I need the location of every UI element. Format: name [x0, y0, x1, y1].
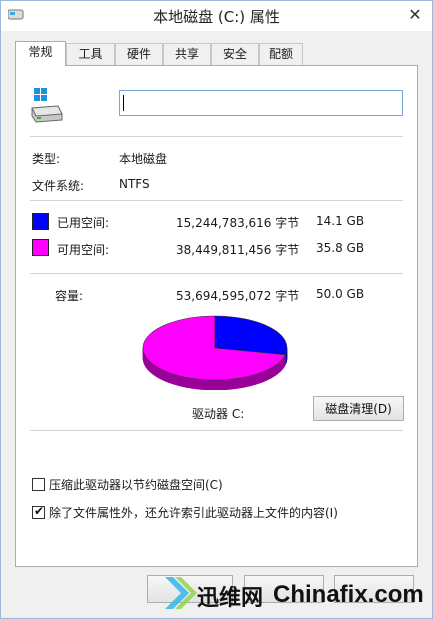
watermark-logo-icon — [165, 577, 197, 609]
pie-side-segment — [202, 379, 206, 390]
capacity-bytes: 53,694,595,072 字节 — [176, 289, 300, 303]
pie-side-segment — [194, 378, 198, 390]
filesystem-value: NTFS — [119, 177, 150, 191]
pie-side-segment — [174, 374, 178, 386]
type-value: 本地磁盘 — [119, 152, 168, 166]
capacity-size: 50.0 GB — [316, 287, 365, 301]
pie-side-segment — [190, 377, 194, 389]
pie-side-segment — [170, 372, 173, 385]
compress-label: 压缩此驱动器以节约磁盘空间(C) — [49, 478, 223, 492]
pie-side-segment — [219, 379, 223, 390]
separator — [30, 200, 403, 201]
general-panel: 类型: 本地磁盘 文件系统: NTFS 已用空间: 15,244,783,616… — [15, 65, 418, 567]
pie-side-segment — [229, 378, 233, 390]
properties-window: 本地磁盘 (C:) 属性 ✕ 常规 工具 硬件 共享 安全 配额 类型: 本地磁… — [0, 0, 433, 619]
tab-security[interactable]: 安全 — [211, 43, 259, 65]
pie-side-segment — [183, 376, 187, 388]
pie-side-segment — [246, 375, 250, 388]
pie-side-segment — [192, 378, 196, 390]
close-button[interactable]: ✕ — [404, 5, 426, 25]
disk-usage-pie — [142, 315, 288, 390]
tab-general[interactable]: 常规 — [15, 41, 66, 66]
separator — [30, 273, 403, 274]
watermark-text-en: Chinafix.com — [273, 581, 424, 608]
pie-side-segment — [176, 374, 180, 387]
watermark-text-cn: 迅维网 — [197, 586, 264, 611]
pie-side-segment — [212, 379, 216, 390]
separator — [30, 430, 403, 431]
index-checkbox[interactable]: ✔ — [32, 504, 45, 519]
pie-side-segment — [185, 376, 189, 389]
pie-side-segment — [252, 374, 256, 386]
separator — [30, 136, 403, 137]
used-space-swatch — [32, 213, 49, 230]
pie-side-segment — [178, 375, 182, 387]
pie-side-segment — [239, 377, 243, 389]
pie-slice-used — [214, 315, 288, 356]
pie-side-segment — [197, 378, 201, 390]
type-label: 类型: — [32, 152, 61, 166]
close-icon: ✕ — [408, 5, 422, 24]
text-caret — [123, 95, 124, 111]
volume-name-field[interactable] — [119, 90, 403, 116]
pie-side-segment — [204, 379, 208, 390]
free-space-label: 可用空间: — [57, 243, 110, 257]
pie-side-segment — [241, 376, 245, 389]
tab-hardware[interactable]: 硬件 — [115, 43, 163, 65]
pie-side-segment — [236, 377, 240, 389]
pie-side-segment — [243, 376, 247, 388]
checkmark-icon: ✔ — [34, 504, 45, 518]
pie-side-segment — [217, 379, 221, 390]
pie-side-segment — [250, 374, 254, 387]
pie-side-segment — [248, 375, 252, 387]
pie-side-segment — [257, 372, 260, 385]
pie-side-segment — [209, 379, 213, 390]
pie-side-segment — [222, 379, 226, 390]
pie-side-segment — [207, 379, 211, 390]
pie-side-segment — [232, 378, 236, 390]
pie-side-segment — [234, 378, 238, 390]
pie-side-segment — [180, 375, 184, 388]
title-bar: 本地磁盘 (C:) 属性 ✕ — [1, 1, 432, 31]
pie-side-segment — [199, 378, 203, 390]
tab-sharing[interactable]: 共享 — [163, 43, 211, 65]
compress-checkbox[interactable] — [32, 478, 45, 491]
window-title: 本地磁盘 (C:) 属性 — [153, 8, 280, 26]
free-space-size: 35.8 GB — [316, 241, 365, 255]
pie-side-segment — [227, 378, 231, 390]
index-label: 除了文件属性外，还允许索引此驱动器上文件的内容(I) — [49, 506, 338, 520]
drive-icon — [31, 88, 63, 123]
filesystem-label: 文件系统: — [32, 179, 85, 193]
used-space-label: 已用空间: — [57, 216, 110, 230]
pie-side-segment — [172, 373, 176, 385]
disk-cleanup-button[interactable]: 磁盘清理(D) — [313, 396, 404, 421]
capacity-label: 容量: — [55, 289, 84, 303]
pie-side-segment — [214, 379, 218, 390]
used-space-bytes: 15,244,783,616 字节 — [176, 216, 300, 230]
free-space-bytes: 38,449,811,456 字节 — [176, 243, 300, 257]
drive-letter-label: 驱动器 C: — [192, 407, 245, 421]
free-space-swatch — [32, 239, 49, 256]
tab-tools[interactable]: 工具 — [66, 43, 115, 65]
pie-side-segment — [254, 373, 258, 385]
tab-quota[interactable]: 配额 — [259, 43, 303, 65]
pie-side-segment — [224, 379, 228, 390]
used-space-size: 14.1 GB — [316, 214, 365, 228]
pie-side-segment — [187, 377, 191, 389]
